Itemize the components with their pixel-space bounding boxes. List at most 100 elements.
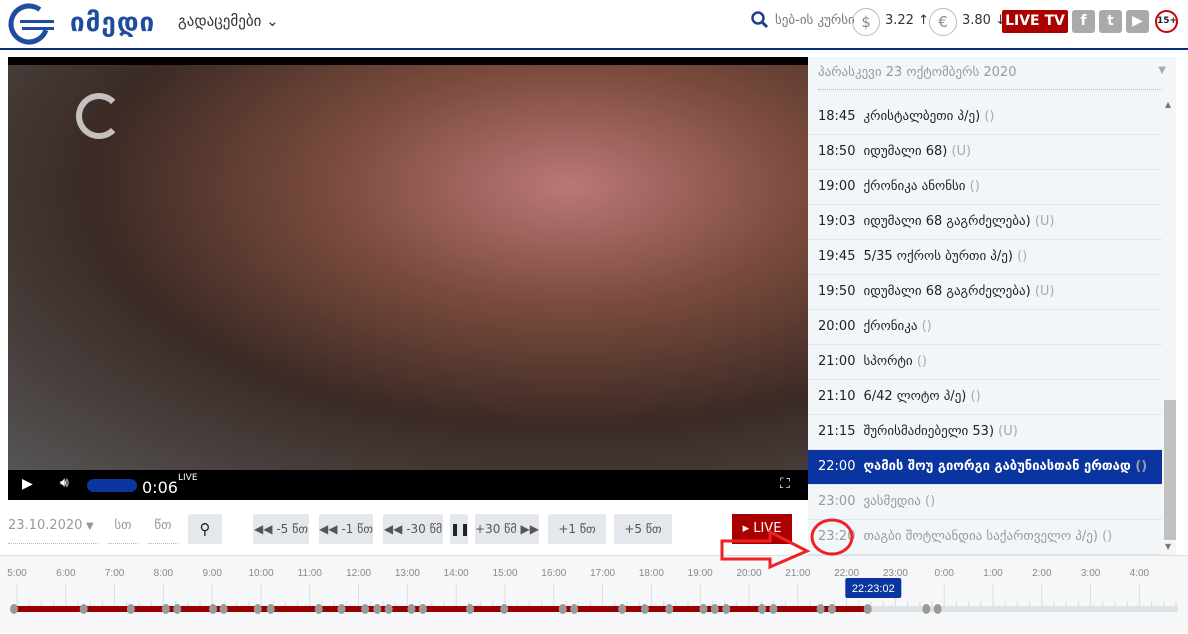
schedule-item-title: 6/42 ლოტო პ/ე) <box>863 389 967 404</box>
timeline-tick-label: 13:00 <box>395 568 420 579</box>
live-tv-button[interactable]: LIVE TV <box>1002 10 1068 33</box>
pause-icon: ❚❚ <box>450 522 471 536</box>
forward-5min-button[interactable]: +5 წთ ▶▶ <box>614 514 672 566</box>
schedule-item-title: 5/35 ოქროს ბურთი პ/ე) <box>863 249 1013 264</box>
hour-input[interactable]: სთ <box>108 518 138 544</box>
timeline-tick-label: 23:00 <box>883 568 908 579</box>
timeline-marker <box>665 604 674 614</box>
schedule-item[interactable]: 19:45 5/35 ოქროს ბურთი პ/ე) () <box>808 240 1162 275</box>
schedule-item[interactable]: 18:50 იდუმალი 68) (U) <box>808 135 1162 170</box>
schedule-item-title: ღამის შოუ გიორგი გაბუნიასთან ერთად <box>863 459 1131 474</box>
schedule-item[interactable]: 21:15 შურისმაძიებელი 53) (U) <box>808 415 1162 450</box>
date-input[interactable]: 23.10.2020 ▼ <box>8 518 98 544</box>
schedule-list: 18:45 კრისტალბეთი პ/ე) () 18:50 იდუმალი 68)… <box>808 100 1162 555</box>
pause-button[interactable]: ❚❚ <box>450 514 471 544</box>
timeline-tick-label: 4:00 <box>1130 568 1150 579</box>
timeline-tick-label: 19:00 <box>688 568 713 579</box>
schedule-item[interactable]: 19:03 იდუმალი 68 გაგრძელება) (U) <box>808 205 1162 240</box>
timeline-tick-label: 20:00 <box>736 568 761 579</box>
timeline-marker <box>933 604 942 614</box>
volume-slider[interactable] <box>87 479 137 492</box>
age-rating-badge: 15+ <box>1155 10 1178 33</box>
schedule-item-title: სპორტი <box>863 354 913 369</box>
forward-30sec-button[interactable]: +30 წმ ▶▶ <box>475 514 539 544</box>
timeline-tick-label: 14:00 <box>444 568 469 579</box>
schedule-item-time: 19:03 <box>818 214 856 229</box>
timeline-marker <box>373 604 382 614</box>
timeline-tick-label: 8:00 <box>154 568 174 579</box>
schedule-item-suffix: () <box>1017 249 1028 264</box>
player-controls: ▶ 🔊︎ 0:06 LIVE ⛶ <box>8 470 808 500</box>
timeline-marker <box>699 604 708 614</box>
schedule-item-title: იდუმალი 68 გაგრძელება) <box>863 214 1031 229</box>
minute-input[interactable]: წთ <box>148 518 178 544</box>
scrollbar-thumb[interactable] <box>1164 400 1176 540</box>
play-icon[interactable]: ▶ <box>22 476 33 492</box>
schedule-item[interactable]: 20:00 ქრონიკა () <box>808 310 1162 345</box>
timeline-marker <box>266 604 275 614</box>
schedule-scrollbar[interactable]: ▲ ▼ <box>1162 100 1176 555</box>
programs-menu[interactable]: გადაცემები ⌄ <box>178 12 279 30</box>
schedule-item-title: იდუმალი 68 გაგრძელება) <box>863 284 1031 299</box>
schedule-item[interactable]: 21:00 სპორტი () <box>808 345 1162 380</box>
search-icon: ⚲ <box>199 520 211 538</box>
timeline-track[interactable]: 5:00 6:00 7:00 8:00 9:00 10:00 11:00 12:00 13:00… <box>0 556 1188 634</box>
forward-1min-button[interactable]: +1 წთ ▶▶ <box>548 514 606 566</box>
schedule-item-time: 19:00 <box>818 179 856 194</box>
timeline[interactable]: 5:00 6:00 7:00 8:00 9:00 10:00 11:00 12:00 13:00… <box>0 555 1188 633</box>
go-live-button[interactable]: ▸ LIVE <box>732 514 792 544</box>
caret-down-icon: ▼ <box>86 521 94 532</box>
timeline-tick-label: 3:00 <box>1081 568 1101 579</box>
timeline-marker <box>710 604 719 614</box>
timeline-tick-label: 1:00 <box>983 568 1003 579</box>
schedule-item-suffix: (U) <box>1034 284 1055 299</box>
back-30sec-button[interactable]: ◀◀ -30 წმ <box>383 514 443 544</box>
timeline-marker <box>337 604 346 614</box>
volume-icon[interactable]: 🔊︎ <box>60 475 69 491</box>
schedule-date-select[interactable]: პარასკევი 23 ოქტომბერს 2020 ▼ <box>808 57 1176 100</box>
imedi-logo-icon[interactable] <box>8 3 58 45</box>
timeline-played <box>12 606 866 612</box>
schedule-item[interactable]: 23:20 თაგბი შოტლანდია საქართველო პ/ე) () <box>808 520 1162 555</box>
timeline-marker <box>418 604 427 614</box>
schedule-item[interactable]: 22:00 ღამის შოუ გიორგი გაბუნიასთან ერთად … <box>808 450 1162 485</box>
chevron-down-icon: ⌄ <box>266 12 279 30</box>
search-time-button[interactable]: ⚲ <box>188 514 222 544</box>
facebook-icon[interactable]: f <box>1072 10 1095 33</box>
schedule-item-suffix: () <box>970 389 981 404</box>
video-player[interactable]: ▶ 🔊︎ 0:06 LIVE ⛶ <box>8 57 808 500</box>
schedule-item-time: 20:00 <box>818 319 856 334</box>
schedule-item[interactable]: 21:10 6/42 ლოტო პ/ე) () <box>808 380 1162 415</box>
euro-icon: € <box>929 8 957 36</box>
scroll-down-icon[interactable]: ▼ <box>1165 542 1171 551</box>
timeline-tick-label: 0:00 <box>934 568 954 579</box>
schedule-item[interactable]: 18:45 კრისტალბეთი პ/ე) () <box>808 100 1162 135</box>
timeline-marker <box>558 604 567 614</box>
schedule-item[interactable]: 19:00 ქრონიკა ანონსი () <box>808 170 1162 205</box>
schedule-item-suffix: () <box>1102 529 1113 544</box>
scroll-up-icon[interactable]: ▲ <box>1165 100 1171 109</box>
fullscreen-icon[interactable]: ⛶ <box>780 476 790 492</box>
timeline-marker <box>570 604 579 614</box>
youtube-icon[interactable]: ▶ <box>1126 10 1149 33</box>
schedule-item-title: ვასმედია <box>863 494 921 509</box>
timeline-marker <box>79 604 88 614</box>
schedule-item-suffix: () <box>916 354 927 369</box>
schedule-item-suffix: () <box>984 109 995 124</box>
schedule-item-suffix: () <box>925 494 936 509</box>
schedule-item[interactable]: 19:50 იდუმალი 68 გაგრძელება) (U) <box>808 275 1162 310</box>
timeline-marker <box>922 604 931 614</box>
schedule-item-suffix: () <box>969 179 980 194</box>
logo-text[interactable]: იმედი <box>70 8 155 38</box>
timeline-marker <box>500 604 509 614</box>
back-1min-button[interactable]: ◀◀ -1 წთ <box>319 514 373 544</box>
playback-time: 0:06 <box>142 478 178 497</box>
schedule-item-suffix: (U) <box>1034 214 1055 229</box>
schedule-item[interactable]: 23:00 ვასმედია () <box>808 485 1162 520</box>
search-icon[interactable] <box>751 11 769 29</box>
back-5min-button[interactable]: ◀◀ -5 წთ <box>253 514 309 544</box>
twitter-icon[interactable]: t <box>1099 10 1122 33</box>
timeline-tick-label: 22:00 <box>834 568 859 579</box>
video-frame[interactable] <box>8 65 808 470</box>
timeline-marker <box>640 604 649 614</box>
